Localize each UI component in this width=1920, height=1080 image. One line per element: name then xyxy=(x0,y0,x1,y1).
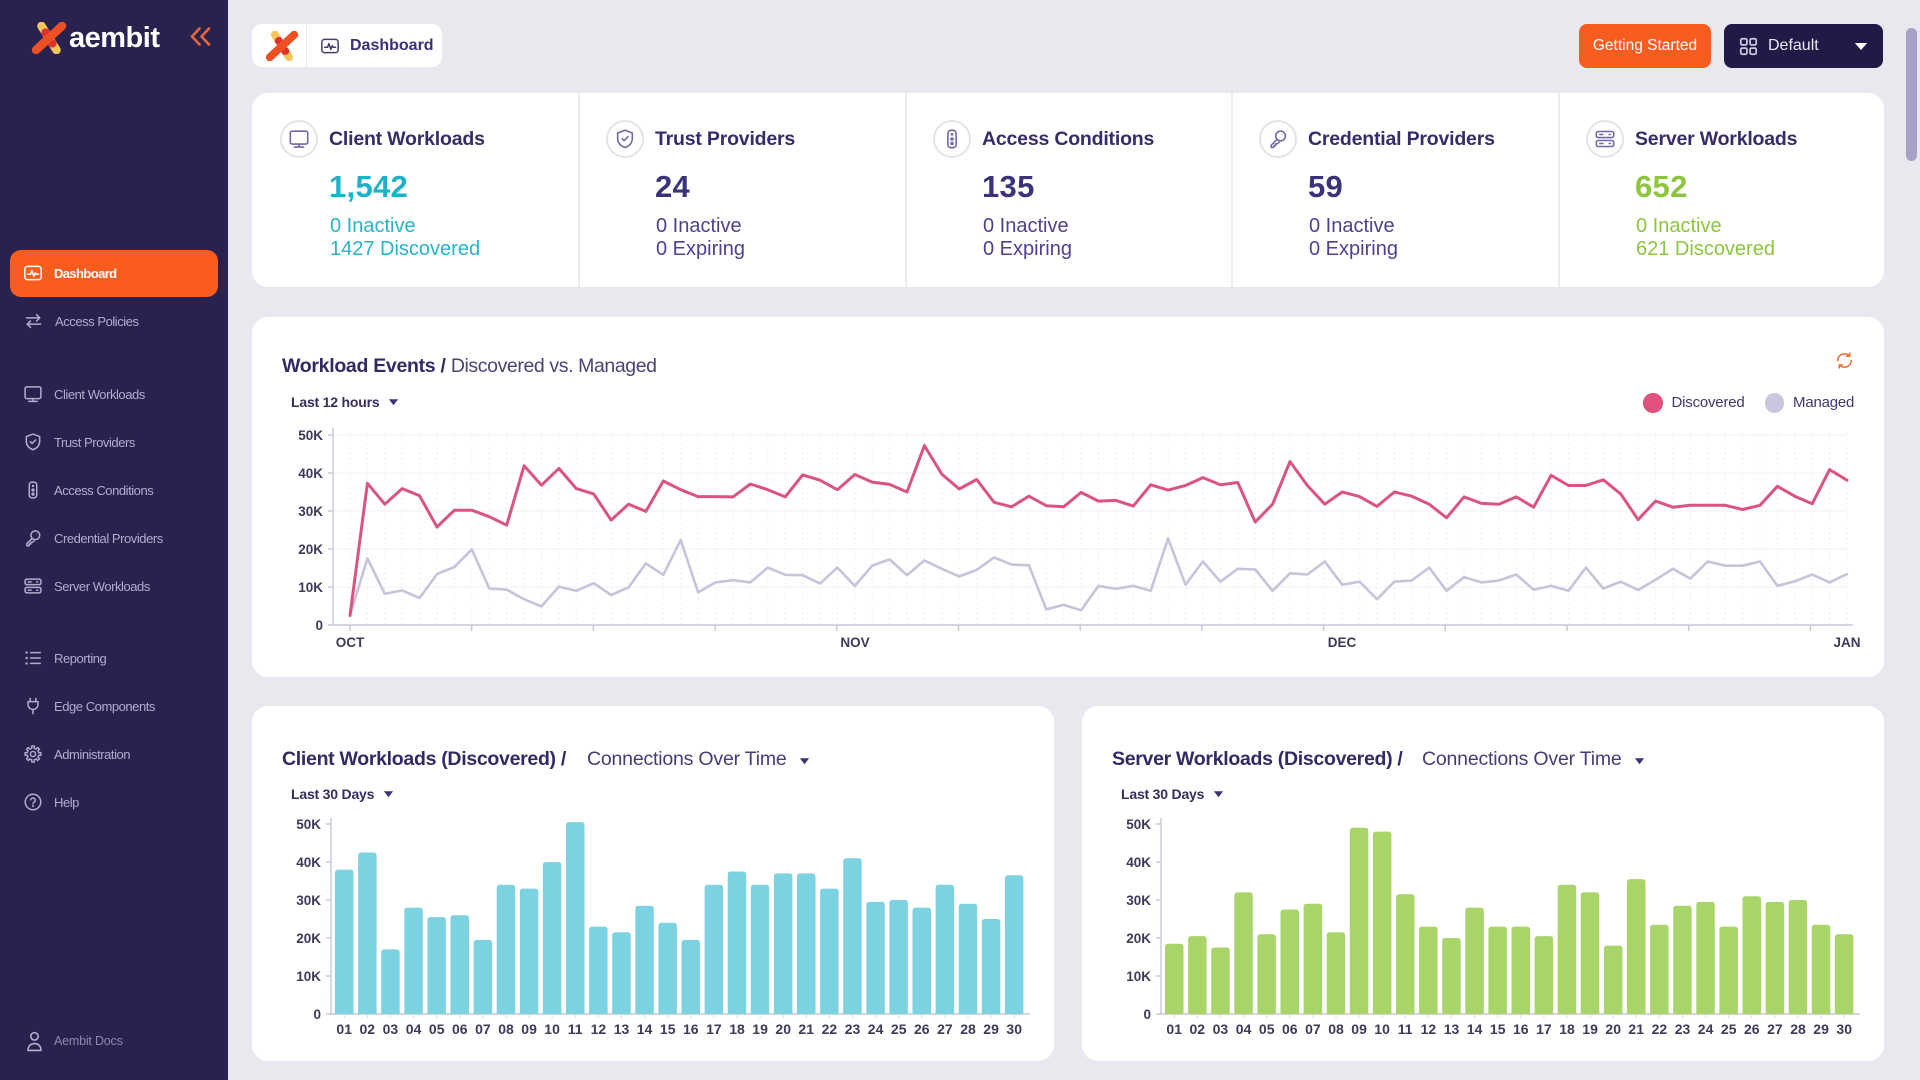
svg-text:16: 16 xyxy=(1513,1021,1529,1037)
svg-text:50K: 50K xyxy=(296,817,321,832)
svg-text:13: 13 xyxy=(1444,1021,1460,1037)
svg-text:26: 26 xyxy=(914,1021,930,1037)
svg-text:30K: 30K xyxy=(298,504,323,519)
svg-text:11: 11 xyxy=(568,1021,583,1037)
svg-text:09: 09 xyxy=(521,1021,537,1037)
svg-text:14: 14 xyxy=(637,1021,653,1037)
svg-text:17: 17 xyxy=(706,1021,722,1037)
svg-text:10K: 10K xyxy=(1126,969,1151,984)
svg-text:50K: 50K xyxy=(298,428,323,443)
svg-text:19: 19 xyxy=(1582,1021,1598,1037)
svg-text:40K: 40K xyxy=(296,855,321,870)
svg-text:10: 10 xyxy=(544,1021,560,1037)
svg-text:20K: 20K xyxy=(296,931,321,946)
svg-text:26: 26 xyxy=(1744,1021,1760,1037)
svg-text:18: 18 xyxy=(1559,1021,1575,1037)
svg-text:40K: 40K xyxy=(1126,855,1151,870)
svg-text:18: 18 xyxy=(729,1021,745,1037)
svg-text:0: 0 xyxy=(313,1007,321,1022)
svg-text:50K: 50K xyxy=(1126,817,1151,832)
svg-text:14: 14 xyxy=(1467,1021,1483,1037)
svg-text:30: 30 xyxy=(1006,1021,1022,1037)
svg-text:20K: 20K xyxy=(298,542,323,557)
svg-text:30K: 30K xyxy=(296,893,321,908)
svg-text:12: 12 xyxy=(1421,1021,1437,1037)
svg-text:07: 07 xyxy=(1305,1021,1321,1037)
svg-text:22: 22 xyxy=(1652,1021,1668,1037)
svg-text:10: 10 xyxy=(1374,1021,1390,1037)
svg-text:03: 03 xyxy=(1213,1021,1229,1037)
svg-text:08: 08 xyxy=(498,1021,514,1037)
svg-text:16: 16 xyxy=(683,1021,699,1037)
svg-text:24: 24 xyxy=(868,1021,884,1037)
svg-text:06: 06 xyxy=(452,1021,468,1037)
svg-text:10K: 10K xyxy=(298,580,323,595)
svg-text:28: 28 xyxy=(960,1021,976,1037)
svg-text:0: 0 xyxy=(315,618,323,633)
svg-text:28: 28 xyxy=(1790,1021,1806,1037)
svg-text:01: 01 xyxy=(1166,1021,1182,1037)
svg-text:27: 27 xyxy=(937,1021,953,1037)
svg-text:25: 25 xyxy=(891,1021,907,1037)
svg-text:29: 29 xyxy=(983,1021,999,1037)
svg-text:05: 05 xyxy=(1259,1021,1275,1037)
svg-text:21: 21 xyxy=(1628,1021,1644,1037)
svg-text:01: 01 xyxy=(336,1021,352,1037)
svg-text:NOV: NOV xyxy=(840,635,869,650)
svg-text:13: 13 xyxy=(614,1021,630,1037)
svg-text:02: 02 xyxy=(1190,1021,1206,1037)
svg-text:07: 07 xyxy=(475,1021,491,1037)
svg-text:30: 30 xyxy=(1836,1021,1852,1037)
svg-text:20K: 20K xyxy=(1126,931,1151,946)
svg-text:25: 25 xyxy=(1721,1021,1737,1037)
svg-text:0: 0 xyxy=(1143,1007,1151,1022)
svg-text:OCT: OCT xyxy=(336,635,365,650)
svg-text:05: 05 xyxy=(429,1021,445,1037)
svg-text:04: 04 xyxy=(1236,1021,1252,1037)
svg-text:15: 15 xyxy=(1490,1021,1506,1037)
svg-text:02: 02 xyxy=(360,1021,376,1037)
svg-text:15: 15 xyxy=(660,1021,676,1037)
svg-text:20: 20 xyxy=(1605,1021,1621,1037)
svg-text:23: 23 xyxy=(845,1021,861,1037)
svg-text:DEC: DEC xyxy=(1328,635,1357,650)
svg-text:24: 24 xyxy=(1698,1021,1714,1037)
svg-text:22: 22 xyxy=(822,1021,838,1037)
svg-text:19: 19 xyxy=(752,1021,768,1037)
svg-text:04: 04 xyxy=(406,1021,422,1037)
svg-text:06: 06 xyxy=(1282,1021,1298,1037)
svg-text:10K: 10K xyxy=(296,969,321,984)
svg-text:40K: 40K xyxy=(298,466,323,481)
svg-text:12: 12 xyxy=(591,1021,607,1037)
svg-text:21: 21 xyxy=(798,1021,814,1037)
svg-text:17: 17 xyxy=(1536,1021,1552,1037)
svg-text:09: 09 xyxy=(1351,1021,1367,1037)
svg-text:03: 03 xyxy=(383,1021,399,1037)
svg-text:27: 27 xyxy=(1767,1021,1783,1037)
svg-text:30K: 30K xyxy=(1126,893,1151,908)
svg-text:29: 29 xyxy=(1813,1021,1829,1037)
svg-text:08: 08 xyxy=(1328,1021,1344,1037)
svg-text:23: 23 xyxy=(1675,1021,1691,1037)
svg-text:20: 20 xyxy=(775,1021,791,1037)
svg-text:JAN: JAN xyxy=(1833,635,1860,650)
svg-text:11: 11 xyxy=(1398,1021,1413,1037)
